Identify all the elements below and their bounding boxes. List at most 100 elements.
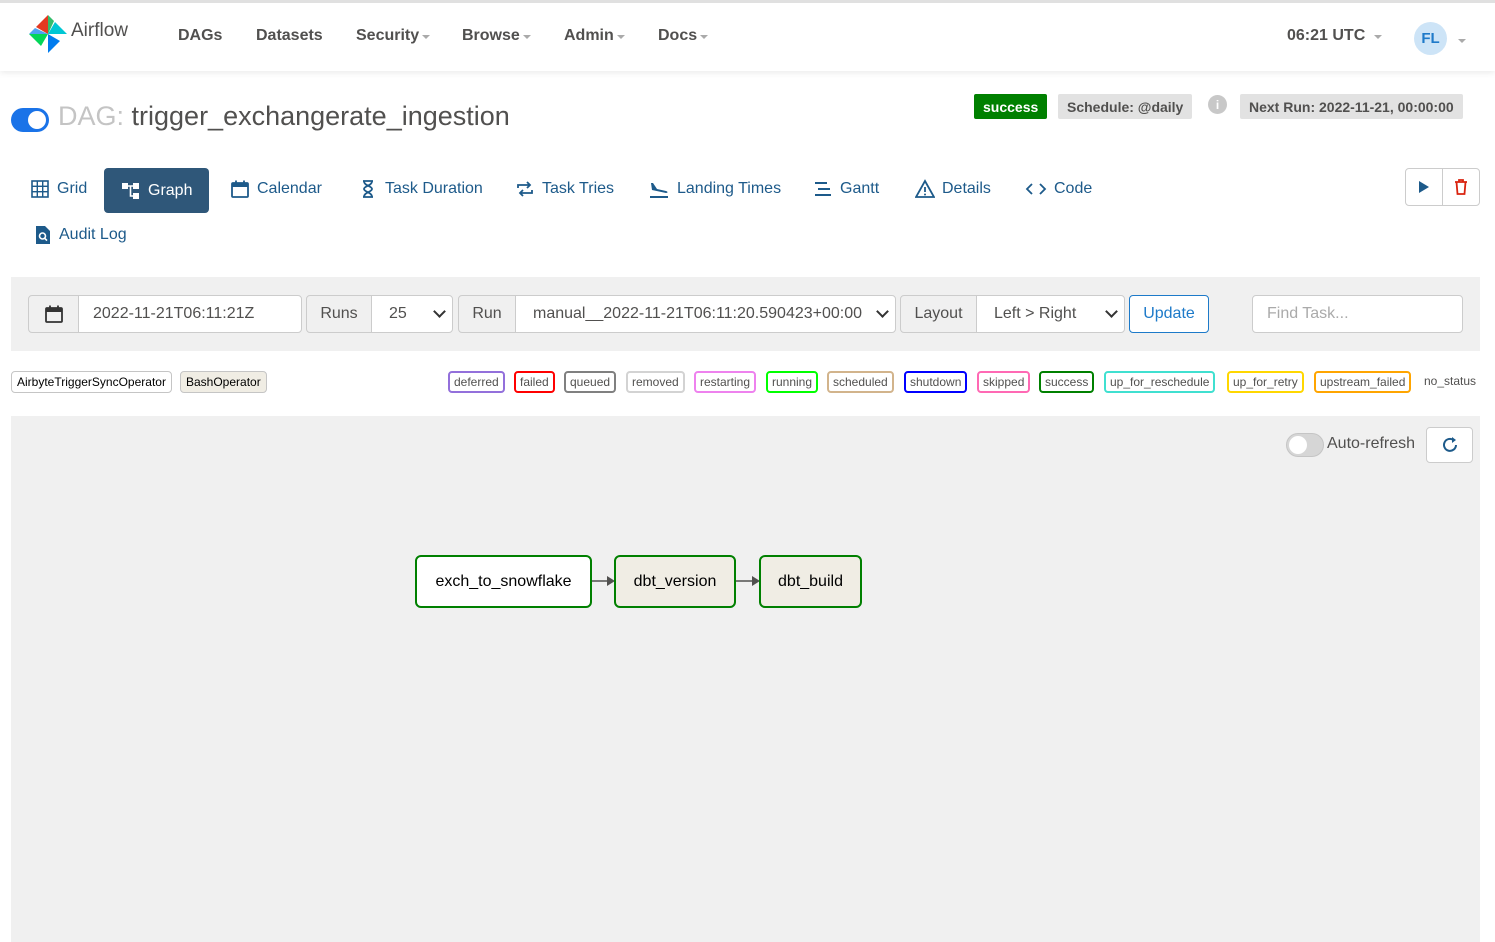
top-navbar: Airflow DAGs Datasets Security Browse Ad… — [0, 0, 1495, 71]
dag-run-select[interactable]: manual__2022-11-21T06:11:20.590423+00:00 — [515, 295, 896, 333]
chevron-down-icon — [433, 305, 446, 318]
update-button[interactable]: Update — [1129, 295, 1209, 333]
find-task-input[interactable] — [1252, 295, 1463, 333]
state-legend-shutdown: shutdown — [904, 371, 968, 393]
refresh-icon — [1442, 437, 1457, 452]
state-legend-removed: removed — [626, 371, 685, 393]
play-icon — [1419, 181, 1429, 193]
task-node-label: dbt_version — [633, 572, 717, 590]
operator-legend-airbyte: AirbyteTriggerSyncOperator — [11, 371, 172, 393]
nav-admin-dropdown[interactable]: Admin — [564, 27, 625, 45]
layout-select[interactable]: Left > Right — [976, 295, 1125, 333]
tab-grid-label: Grid — [57, 179, 88, 197]
tab-task-tries[interactable]: Task Tries — [511, 166, 618, 211]
delete-dag-button[interactable] — [1442, 169, 1479, 205]
task-node-label: dbt_build — [778, 572, 843, 590]
refresh-button[interactable] — [1426, 427, 1473, 463]
tab-code[interactable]: Code — [1021, 166, 1096, 211]
tab-details[interactable]: Details — [911, 166, 995, 211]
auto-refresh-label: Auto-refresh — [1327, 435, 1416, 452]
nav-security-label: Security — [356, 27, 420, 44]
nav-dags-label: DAGs — [178, 27, 223, 44]
dag-actions — [1405, 168, 1480, 206]
timezone-clock-dropdown[interactable]: 06:21 UTC — [1287, 27, 1383, 45]
filter-bar: 2022-11-21T06:11:21Z Runs 25 Run manual_… — [11, 277, 1480, 351]
schedule-info-icon[interactable]: i — [1208, 95, 1227, 114]
tab-calendar[interactable]: Calendar — [226, 166, 326, 211]
state-legend-failed: failed — [514, 371, 555, 393]
code-icon — [1025, 182, 1047, 195]
tab-grid[interactable]: Grid — [26, 166, 91, 211]
caret-down-icon — [700, 35, 709, 39]
caret-down-icon — [616, 35, 625, 39]
state-legend-restarting: restarting — [694, 371, 757, 393]
graph-canvas[interactable]: Auto-refresh exch_to_snowflake dbt_versi… — [11, 416, 1480, 942]
tab-gantt[interactable]: Gantt — [809, 166, 883, 211]
tab-graph-label: Graph — [148, 181, 193, 199]
task-node-dbt-version[interactable]: dbt_version — [614, 555, 736, 608]
dag-title-prefix: DAG: — [58, 101, 125, 131]
trash-icon — [1455, 179, 1467, 195]
gantt-icon — [815, 181, 831, 196]
run-label: Run — [458, 295, 516, 333]
num-runs-value: 25 — [389, 305, 407, 322]
task-node-exch-to-snowflake[interactable]: exch_to_snowflake — [415, 555, 592, 608]
runs-label: Runs — [306, 295, 372, 333]
landing-icon — [650, 182, 668, 198]
auto-refresh-toggle[interactable] — [1286, 433, 1324, 457]
tab-graph[interactable]: Graph — [104, 168, 210, 213]
caret-down-icon — [422, 35, 431, 39]
nav-security-dropdown[interactable]: Security — [356, 27, 431, 45]
brand-name: Airflow — [71, 20, 129, 41]
tab-task-duration-label: Task Duration — [385, 179, 483, 197]
chevron-down-icon — [1105, 305, 1118, 318]
task-node-dbt-build[interactable]: dbt_build — [759, 555, 862, 608]
dag-pause-toggle[interactable] — [11, 108, 49, 132]
state-legend-deferred: deferred — [448, 371, 505, 393]
nav-docs-dropdown[interactable]: Docs — [658, 27, 709, 45]
state-legend-no-status: no_status — [1424, 374, 1477, 388]
warning-triangle-icon — [915, 178, 935, 198]
tab-details-label: Details — [942, 179, 991, 197]
dag-title: DAG: trigger_exchangerate_ingestion — [58, 101, 510, 132]
nav-dags[interactable]: DAGs — [178, 27, 222, 45]
airflow-logo-link[interactable]: Airflow — [27, 13, 128, 55]
state-legend-skipped: skipped — [977, 371, 1031, 393]
nav-browse-dropdown[interactable]: Browse — [462, 27, 531, 45]
nav-browse-label: Browse — [462, 27, 520, 44]
tab-calendar-label: Calendar — [257, 179, 322, 197]
repeat-icon — [517, 180, 533, 197]
state-legend-running: running — [766, 371, 819, 393]
tab-landing-times[interactable]: Landing Times — [644, 166, 785, 211]
clock-label: 06:21 UTC — [1287, 27, 1366, 44]
date-picker-button[interactable] — [28, 295, 79, 333]
tab-audit-log-label: Audit Log — [59, 225, 127, 243]
base-date-input[interactable]: 2022-11-21T06:11:21Z — [78, 295, 302, 333]
nav-datasets[interactable]: Datasets — [256, 27, 323, 45]
caret-down-icon — [522, 35, 531, 39]
state-legend-upstream-failed: upstream_failed — [1314, 371, 1412, 393]
tab-code-label: Code — [1054, 179, 1093, 197]
file-search-icon — [36, 225, 50, 244]
state-legend-success: success — [1039, 371, 1095, 393]
trigger-dag-button[interactable] — [1406, 169, 1442, 205]
run-label-text: Run — [472, 305, 502, 322]
user-avatar[interactable]: FL — [1414, 22, 1447, 55]
schedule-badge: Schedule: @daily — [1058, 94, 1193, 119]
airflow-pinwheel-icon — [29, 15, 67, 53]
dag-name[interactable]: trigger_exchangerate_ingestion — [132, 101, 510, 131]
dag-status-badge: success — [974, 94, 1048, 119]
nav-datasets-label: Datasets — [256, 27, 323, 44]
nav-docs-label: Docs — [658, 27, 698, 44]
grid-icon — [31, 179, 49, 198]
task-node-label: exch_to_snowflake — [435, 572, 572, 590]
state-legend-up-for-reschedule: up_for_reschedule — [1104, 371, 1216, 393]
nav-admin-label: Admin — [564, 27, 614, 44]
user-menu-caret-icon[interactable] — [1458, 39, 1466, 43]
hourglass-icon — [363, 179, 373, 198]
graph-icon — [122, 182, 139, 199]
num-runs-select[interactable]: 25 — [371, 295, 453, 333]
tab-task-tries-label: Task Tries — [542, 179, 615, 197]
tab-task-duration[interactable]: Task Duration — [354, 166, 487, 211]
tab-audit-log[interactable]: Audit Log — [30, 212, 131, 257]
